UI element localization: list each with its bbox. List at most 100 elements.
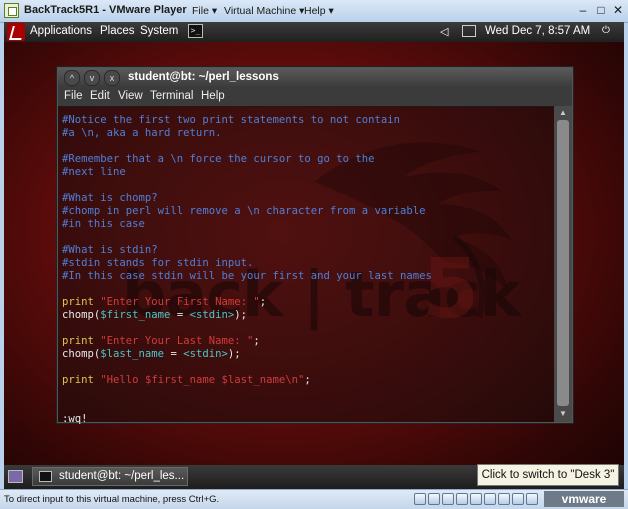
terminal-line: #stdin stands for stdin input. (62, 257, 253, 270)
terminal-line: print "Hello $first_name $last_name\n"; (62, 374, 311, 387)
terminal-close-button[interactable]: x (104, 70, 120, 86)
code-token: "Hello (100, 374, 145, 386)
close-button[interactable]: ✕ (611, 3, 625, 17)
cdrom-icon[interactable] (428, 493, 440, 505)
panel-clock[interactable]: Wed Dec 7, 8:57 AM (485, 25, 590, 37)
terminal-menu-terminal[interactable]: Terminal (150, 90, 193, 102)
messages-icon[interactable] (526, 493, 538, 505)
terminal-launcher-icon[interactable]: >_ (188, 24, 203, 38)
minimize-button[interactable]: – (576, 3, 590, 17)
code-token: chomp( (62, 309, 101, 321)
scroll-up-arrow-icon[interactable]: ▲ (557, 108, 569, 118)
printer-icon[interactable] (484, 493, 496, 505)
code-token: "Enter Your Last Name: " (100, 335, 254, 347)
terminal-line: #What is stdin? (62, 244, 158, 257)
code-token: print (62, 296, 101, 308)
scrollbar-thumb[interactable] (557, 120, 569, 406)
code-token: :wq! (62, 413, 88, 425)
panel-menu-places[interactable]: Places (100, 25, 135, 37)
vm-window-title: BackTrack5R1 - VMware Player (24, 4, 187, 16)
terminal-menu-help[interactable]: Help (201, 90, 225, 102)
terminal-window[interactable]: ^ v x student@bt: ~/perl_lessons File Ed… (57, 67, 573, 425)
maximize-button[interactable]: □ (594, 3, 608, 17)
code-token: "Enter Your First Name: " (100, 296, 260, 308)
code-token: = (164, 348, 184, 360)
code-token: #stdin stands for stdin input. (62, 257, 254, 269)
power-icon[interactable]: ⏻ (602, 25, 610, 36)
code-token: #What is stdin? (62, 244, 158, 256)
terminal-menu-edit[interactable]: Edit (90, 90, 110, 102)
code-token: ); (234, 309, 248, 321)
code-token: = (170, 309, 190, 321)
code-token: ); (227, 348, 241, 360)
terminal-maximize-button[interactable]: v (84, 70, 100, 86)
code-token: \n" (285, 374, 305, 386)
code-token: #a \n, aka a hard return. (62, 127, 222, 139)
terminal-line: #a \n, aka a hard return. (62, 127, 221, 140)
code-token: ; (304, 374, 311, 386)
terminal-title: student@bt: ~/perl_lessons (128, 71, 279, 83)
workspace-tooltip: Click to switch to "Desk 3" (477, 464, 619, 486)
code-token: #In this case stdin will be your first a… (62, 270, 432, 282)
code-token: $last_name (100, 348, 165, 360)
taskbar-terminal-button[interactable]: student@bt: ~/perl_les... (32, 467, 188, 486)
terminal-line: chomp($last_name = <stdin>); (62, 348, 241, 361)
usb-icon[interactable] (470, 493, 482, 505)
vmware-player-icon (4, 3, 19, 18)
terminal-icon (39, 471, 52, 482)
network-adapter-icon[interactable] (456, 493, 468, 505)
backtrack-menu-icon[interactable] (7, 23, 25, 41)
panel-menu-applications[interactable]: Applications (30, 25, 92, 37)
terminal-line: chomp($first_name = <stdin>); (62, 309, 247, 322)
volume-icon[interactable]: ◁ (440, 25, 448, 38)
sound-icon[interactable] (498, 493, 510, 505)
code-token: ; (253, 335, 260, 347)
terminal-titlebar[interactable]: ^ v x student@bt: ~/perl_lessons (58, 68, 572, 88)
terminal-minimize-button[interactable]: ^ (64, 70, 80, 86)
terminal-line: print "Enter Your Last Name: "; (62, 335, 260, 348)
vm-menu-virtual-machine[interactable]: Virtual Machine ▾ (224, 5, 304, 17)
code-token: print (62, 335, 101, 347)
terminal-line: :wq! (62, 413, 88, 426)
code-token: #Notice the first two print statements t… (62, 114, 401, 126)
hdd-icon[interactable] (414, 493, 426, 505)
scroll-down-arrow-icon[interactable]: ▼ (557, 409, 569, 419)
code-token: <stdin> (183, 348, 228, 360)
code-token: ; (259, 296, 267, 308)
code-token: print (62, 374, 101, 386)
vm-statusbar: To direct input to this virtual machine,… (0, 489, 628, 509)
terminal-text-area[interactable]: #Notice the first two print statements t… (58, 106, 554, 425)
code-token: #Remember that a \n force the cursor to … (62, 153, 375, 165)
terminal-line: #In this case stdin will be your first a… (62, 270, 432, 283)
code-token: #in this case (62, 218, 145, 230)
vm-menu-help[interactable]: Help ▾ (304, 5, 334, 17)
panel-menu-system[interactable]: System (140, 25, 178, 37)
terminal-line: #Remember that a \n force the cursor to … (62, 153, 375, 166)
taskbar-terminal-label: student@bt: ~/perl_les... (59, 470, 185, 482)
display-icon[interactable] (512, 493, 524, 505)
network-icon[interactable] (462, 25, 476, 37)
terminal-line: #Notice the first two print statements t… (62, 114, 400, 127)
code-token: <stdin> (189, 309, 235, 321)
code-token: $first_name (100, 309, 171, 321)
vmware-logo: vmware (544, 491, 624, 507)
gnome-top-panel: Applications Places System >_ ◁ Wed Dec … (4, 22, 624, 42)
code-token: chomp( (62, 348, 101, 360)
terminal-scrollbar[interactable]: ▲ ▼ (554, 106, 572, 422)
code-token: #next line (62, 166, 126, 178)
terminal-line: #chomp in perl will remove a \n characte… (62, 205, 426, 218)
terminal-line: #What is chomp? (62, 192, 158, 205)
floppy-icon[interactable] (442, 493, 454, 505)
terminal-menu-file[interactable]: File (64, 90, 83, 102)
terminal-line: #in this case (62, 218, 145, 231)
terminal-menu-view[interactable]: View (118, 90, 143, 102)
vm-titlebar: BackTrack5R1 - VMware Player File ▾ Virt… (0, 0, 628, 23)
terminal-menubar: File Edit View Terminal Help (58, 88, 572, 107)
vm-menu-file[interactable]: File ▾ (192, 5, 217, 17)
terminal-line: print "Enter Your First Name: "; (62, 296, 266, 309)
guest-desktop[interactable]: Applications Places System >_ ◁ Wed Dec … (4, 22, 624, 489)
code-token: #What is chomp? (62, 192, 158, 204)
show-desktop-icon[interactable] (8, 470, 23, 483)
terminal-line: #next line (62, 166, 126, 179)
code-token: $first_name $last_name (144, 374, 286, 386)
